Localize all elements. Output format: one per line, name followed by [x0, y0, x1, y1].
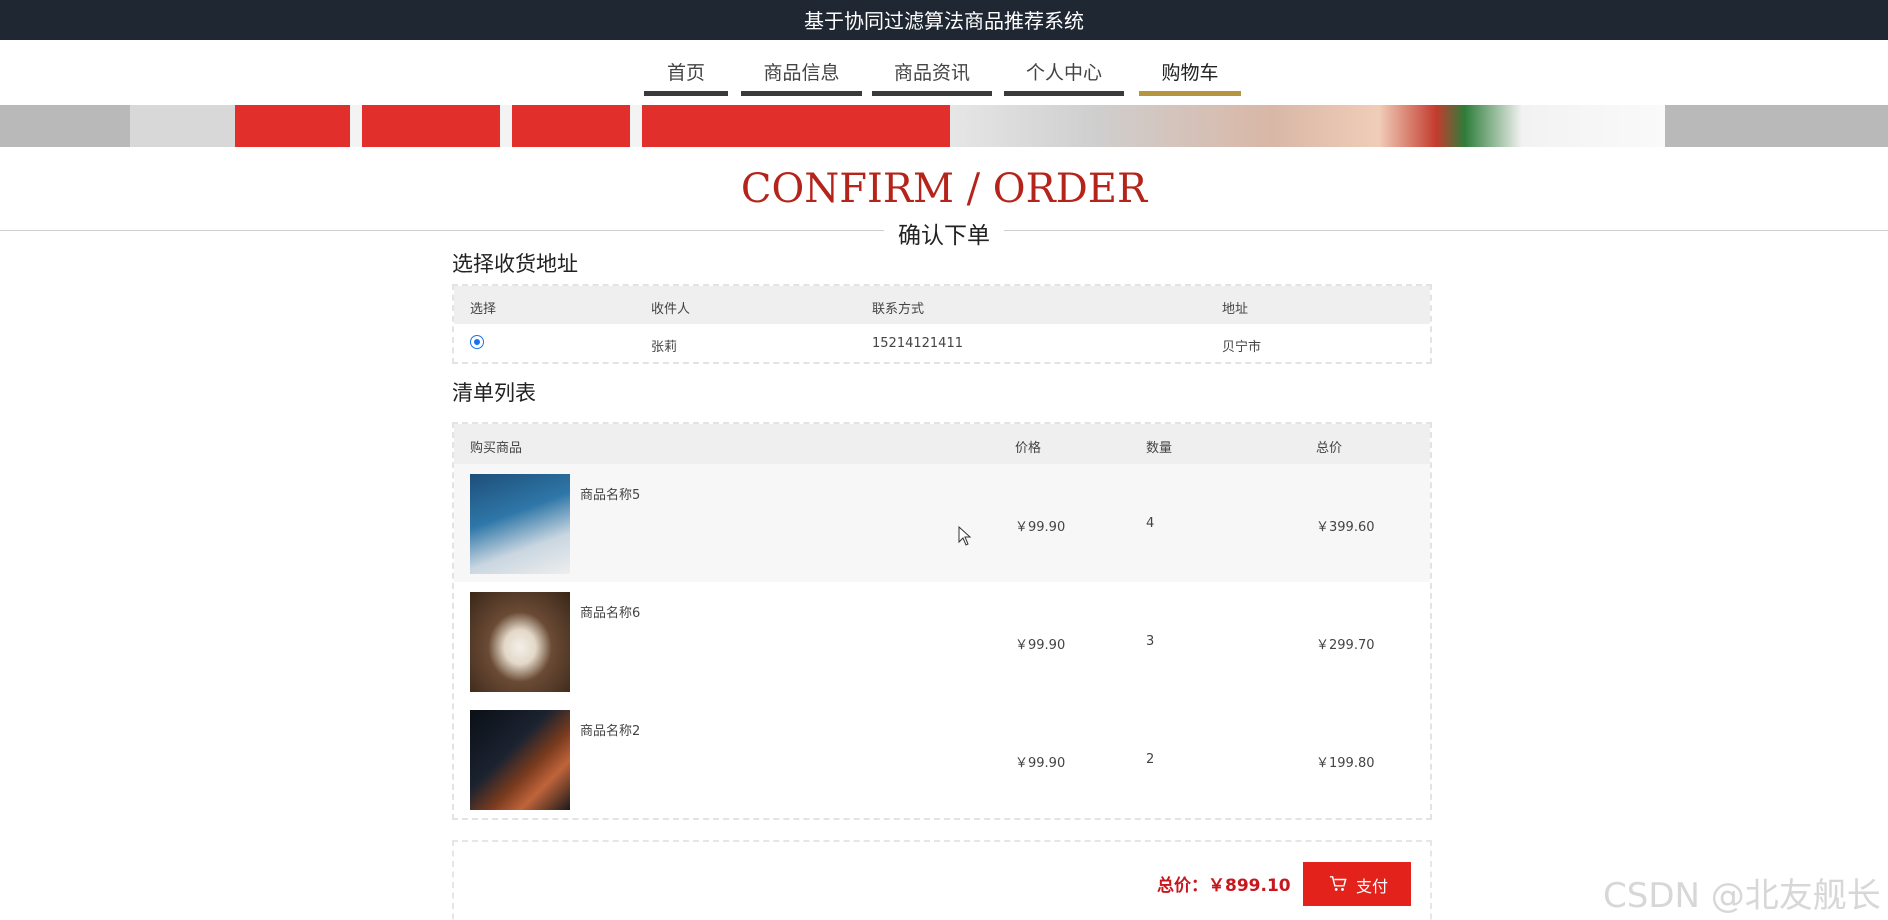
order-item-row[interactable]: 商品名称5 ￥99.90 4 ￥399.60: [454, 464, 1430, 582]
address-radio-selected[interactable]: [470, 335, 484, 349]
product-name[interactable]: 商品名称5: [580, 484, 640, 503]
col-phone-header: 联系方式: [872, 302, 925, 317]
address-row[interactable]: 张莉 15214121411 贝宁市: [454, 324, 1430, 362]
page-subtitle: 确认下单: [884, 223, 1004, 249]
banner-block: [130, 105, 235, 147]
col-total-header: 总价: [1316, 441, 1343, 456]
product-total: ￥299.70: [1316, 638, 1375, 653]
pay-button[interactable]: 支付: [1303, 862, 1411, 906]
product-total: ￥199.80: [1316, 756, 1375, 771]
product-total: ￥399.60: [1316, 520, 1375, 535]
nav-item-products[interactable]: 商品信息: [741, 52, 862, 96]
address-section-title: 选择收货地址: [452, 252, 578, 276]
banner-red-block: [235, 105, 950, 147]
mouse-cursor-icon: [958, 526, 972, 546]
order-table: 购买商品 价格 数量 总价 商品名称5 ￥99.90 4 ￥399.60 商品名…: [452, 422, 1432, 820]
col-qty-header: 数量: [1146, 441, 1173, 456]
nav-item-news[interactable]: 商品资讯: [872, 52, 992, 96]
cart-icon: [1329, 876, 1347, 891]
recipient-name: 张莉: [651, 340, 678, 355]
monitor-image[interactable]: [470, 710, 570, 810]
product-price: ￥99.90: [1015, 756, 1066, 771]
product-name[interactable]: 商品名称6: [580, 602, 640, 621]
nav-item-profile[interactable]: 个人中心: [1004, 52, 1124, 96]
pay-button-label: 支付: [1356, 879, 1389, 896]
top-header-bar: 基于协同过滤算法商品推荐系统: [0, 0, 1888, 40]
address-table-header: 选择 收件人 联系方式 地址: [454, 286, 1430, 324]
order-section-title: 清单列表: [452, 381, 536, 405]
site-title: 基于协同过滤算法商品推荐系统: [804, 9, 1084, 33]
wedding-dress-image[interactable]: [470, 592, 570, 692]
laptop-image[interactable]: [470, 474, 570, 574]
recipient-phone: 15214121411: [872, 336, 963, 351]
col-select-header: 选择: [470, 302, 497, 317]
order-item-row[interactable]: 商品名称2 ￥99.90 2 ￥199.80: [454, 700, 1430, 818]
product-qty: 3: [1146, 634, 1155, 649]
product-price: ￥99.90: [1015, 638, 1066, 653]
product-price: ￥99.90: [1015, 520, 1066, 535]
order-total: 总价：￥899.10: [1157, 876, 1291, 896]
banner-photo: [950, 105, 1665, 147]
order-item-row[interactable]: 商品名称6 ￥99.90 3 ￥299.70: [454, 582, 1430, 700]
banner-red-gap: [500, 105, 512, 147]
col-product-header: 购买商品: [470, 441, 523, 456]
banner-red-gap: [630, 105, 642, 147]
col-address-header: 地址: [1222, 302, 1249, 317]
product-qty: 2: [1146, 752, 1155, 767]
page-title: CONFIRM / ORDER: [740, 166, 1148, 212]
col-price-header: 价格: [1015, 441, 1042, 456]
main-nav: 首页 商品信息 商品资讯 个人中心 购物车: [0, 52, 1888, 96]
order-table-header: 购买商品 价格 数量 总价: [454, 424, 1430, 464]
page-subtitle-wrap: 确认下单: [0, 216, 1888, 250]
col-recipient-header: 收件人: [651, 302, 691, 317]
product-name[interactable]: 商品名称2: [580, 720, 640, 739]
nav-item-home[interactable]: 首页: [644, 52, 728, 96]
nav-item-cart[interactable]: 购物车: [1139, 52, 1241, 96]
recipient-address: 贝宁市: [1222, 340, 1262, 355]
watermark: CSDN @北友舰长: [1603, 876, 1881, 916]
address-table: 选择 收件人 联系方式 地址 张莉 15214121411 贝宁市: [452, 284, 1432, 364]
product-qty: 4: [1146, 516, 1155, 531]
promo-banner: [0, 105, 1888, 147]
banner-red-gap: [350, 105, 362, 147]
